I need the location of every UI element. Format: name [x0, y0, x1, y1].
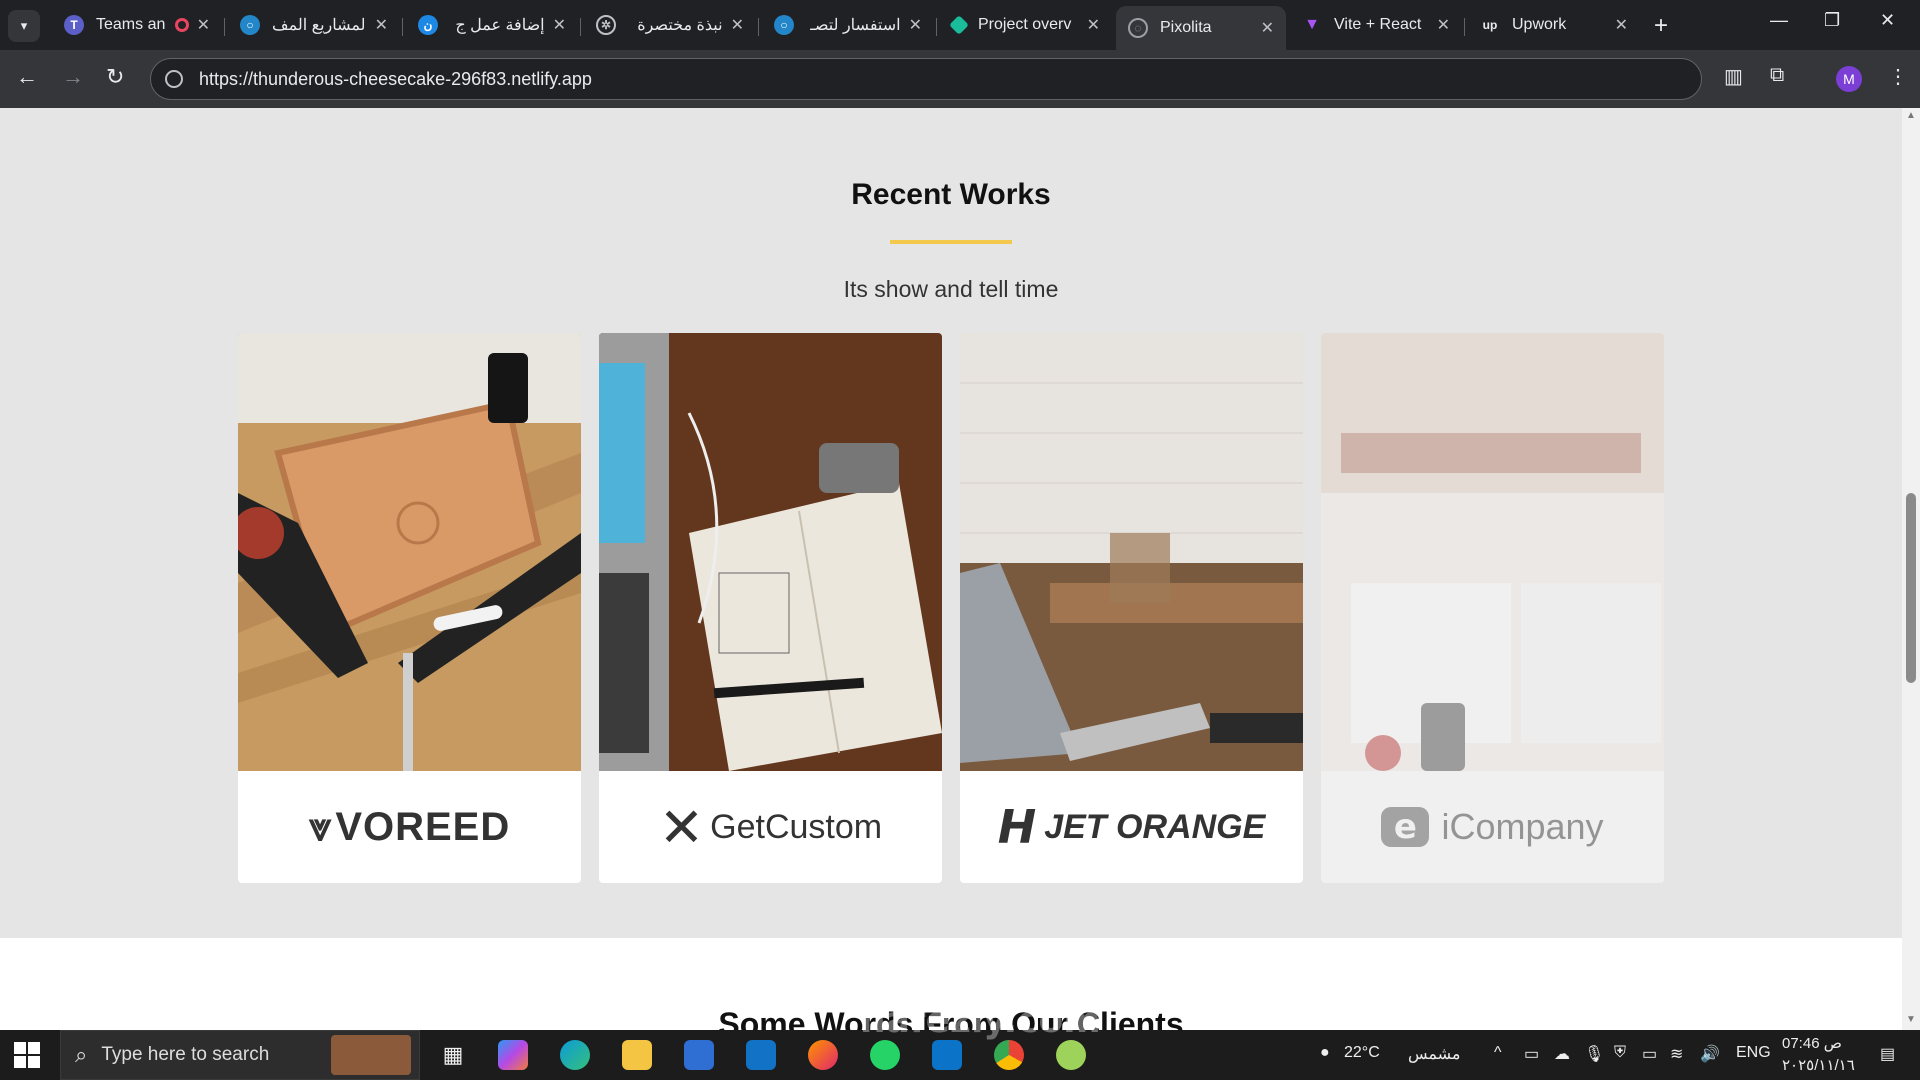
- tab-search-menu-button[interactable]: ▾: [8, 10, 40, 42]
- tab-vite-react[interactable]: ▼ Vite + React ✕: [1290, 8, 1462, 42]
- work-card-voreed[interactable]: ⩔ VOREED: [238, 333, 581, 883]
- browser-toolbar: ← → ↻ https://thunderous-cheesecake-296f…: [0, 50, 1920, 108]
- back-button[interactable]: ←: [16, 64, 38, 90]
- upwork-icon: up: [1482, 18, 1498, 32]
- minimize-button[interactable]: —: [1770, 10, 1788, 31]
- work-photo: [599, 333, 942, 771]
- file-explorer-icon[interactable]: [622, 1040, 652, 1070]
- recent-works-section: Recent Works Its show and tell time ⩔ VO…: [0, 108, 1902, 938]
- client-logo: ⩔ VOREED: [308, 804, 511, 850]
- client-logo: e iCompany: [1321, 771, 1664, 883]
- start-button[interactable]: [14, 1042, 40, 1068]
- section-subtitle: Its show and tell time: [843, 276, 1059, 302]
- work-photo: [1321, 333, 1664, 771]
- taskbar-search[interactable]: ⌕ Type here to search: [60, 1030, 420, 1080]
- tab-upwork[interactable]: up Upwork ✕: [1468, 8, 1640, 42]
- tab-mostaql-inquiry[interactable]: ○ استفسار لتصـ ✕: [762, 8, 934, 42]
- firefox-icon[interactable]: [808, 1040, 838, 1070]
- tab-nafezly-add-work[interactable]: ن إضافة عمل ج ✕: [406, 8, 578, 42]
- tab-strip: ▾ T Teams an ✕ ○ المشاريع المف ✕ ن إضافة…: [0, 0, 1920, 50]
- recording-icon: [174, 18, 189, 32]
- tab-chatgpt[interactable]: ✲ نبذة مختصرة ✕: [584, 8, 756, 42]
- close-tab-icon[interactable]: ✕: [731, 15, 744, 35]
- icompany-c-icon: e: [1381, 807, 1430, 847]
- close-tab-icon[interactable]: ✕: [1615, 15, 1628, 35]
- scroll-down-arrow[interactable]: ▼: [1906, 1014, 1916, 1025]
- security-icon[interactable]: ⛨: [1614, 1044, 1626, 1062]
- close-tab-icon[interactable]: ✕: [1437, 15, 1450, 35]
- title-underline: [890, 240, 1012, 244]
- work-photo: [238, 333, 581, 771]
- chrome-icon[interactable]: [994, 1040, 1024, 1070]
- globe-icon: ◌: [1128, 18, 1148, 38]
- copilot-icon[interactable]: [498, 1040, 528, 1070]
- vite-icon: ▼: [1304, 16, 1320, 33]
- tab-project-overview[interactable]: Project overv ✕: [940, 8, 1112, 42]
- edge-icon[interactable]: [560, 1040, 590, 1070]
- chevron-up-icon[interactable]: ^: [1494, 1044, 1502, 1062]
- url-text: https://thunderous-cheesecake-296f83.net…: [199, 68, 592, 89]
- close-tab-icon[interactable]: ✕: [197, 15, 210, 35]
- tab-pixolita[interactable]: ◌ Pixolita ✕: [1116, 6, 1286, 50]
- address-bar[interactable]: https://thunderous-cheesecake-296f83.net…: [150, 58, 1702, 100]
- task-view-icon[interactable]: ▦: [438, 1040, 468, 1070]
- scroll-up-arrow[interactable]: ▲: [1906, 110, 1916, 121]
- wifi-icon[interactable]: ≋: [1670, 1044, 1683, 1064]
- work-card-getcustom[interactable]: ✕ GetCustom: [599, 333, 942, 883]
- section-title: Recent Works: [851, 178, 1051, 211]
- voreed-v-icon: ⩔: [308, 804, 332, 850]
- search-icon: ⌕: [75, 1042, 88, 1067]
- nafezly-icon: ن: [418, 15, 438, 35]
- volume-icon[interactable]: 🔊: [1700, 1044, 1720, 1064]
- battery-icon[interactable]: ▭: [1642, 1044, 1657, 1064]
- microphone-icon[interactable]: 🎙: [1584, 1044, 1604, 1064]
- work-card-jet-orange[interactable]: H JET ORANGE: [960, 333, 1303, 883]
- close-window-button[interactable]: ✕: [1880, 10, 1895, 31]
- page-scrollbar[interactable]: ▲ ▼: [1902, 108, 1920, 1030]
- client-logo: ✕ GetCustom: [658, 795, 883, 859]
- close-tab-icon[interactable]: ✕: [909, 15, 922, 35]
- new-tab-button[interactable]: +: [1654, 12, 1668, 40]
- profile-avatar[interactable]: M: [1836, 66, 1862, 92]
- jetorange-h-icon: H: [997, 800, 1037, 854]
- forward-button[interactable]: →: [62, 64, 84, 90]
- close-tab-icon[interactable]: ✕: [1087, 15, 1100, 35]
- notification-icon[interactable]: ▤: [1880, 1044, 1895, 1064]
- microsoft-store-icon[interactable]: [684, 1040, 714, 1070]
- reload-button[interactable]: ↻: [106, 64, 124, 90]
- close-tab-icon[interactable]: ✕: [553, 15, 566, 35]
- weather-icon[interactable]: ●: [1320, 1044, 1330, 1062]
- site-info-icon[interactable]: [165, 70, 183, 88]
- chatgpt-icon: ✲: [596, 15, 616, 35]
- mostaql-icon: ○: [240, 15, 260, 35]
- extensions-puzzle-icon[interactable]: ⧉: [1770, 64, 1784, 87]
- onedrive-icon[interactable]: ☁: [1554, 1044, 1570, 1064]
- work-photo: [960, 333, 1303, 771]
- close-tab-icon[interactable]: ✕: [375, 15, 388, 35]
- watermark: nafezly.com: [860, 1000, 1101, 1041]
- close-tab-icon[interactable]: ✕: [1261, 18, 1274, 38]
- search-highlight-image: [331, 1035, 411, 1075]
- tab-mostaql-projects[interactable]: ○ المشاريع المف ✕: [228, 8, 400, 42]
- paint-icon[interactable]: [1056, 1040, 1086, 1070]
- teams-icon: T: [64, 15, 84, 35]
- restore-button[interactable]: ❐: [1824, 10, 1840, 31]
- extension-icon[interactable]: ▥: [1724, 64, 1743, 89]
- vscode-icon[interactable]: [932, 1040, 962, 1070]
- diamond-icon: [949, 15, 969, 35]
- meet-icon[interactable]: ▭: [1524, 1044, 1539, 1064]
- mostaql-icon: ○: [774, 15, 794, 35]
- menu-kebab-icon[interactable]: ⋮: [1888, 64, 1908, 89]
- scroll-thumb[interactable]: [1906, 493, 1916, 683]
- page-viewport: Recent Works Its show and tell time ⩔ VO…: [0, 108, 1920, 1030]
- whatsapp-icon[interactable]: [870, 1040, 900, 1070]
- getcustom-x-icon: ✕: [658, 795, 705, 859]
- work-card-icompany[interactable]: e iCompany: [1321, 333, 1664, 883]
- outlook-icon[interactable]: [746, 1040, 776, 1070]
- tab-teams[interactable]: T Teams an ✕: [52, 8, 222, 42]
- client-logo: H JET ORANGE: [997, 800, 1266, 854]
